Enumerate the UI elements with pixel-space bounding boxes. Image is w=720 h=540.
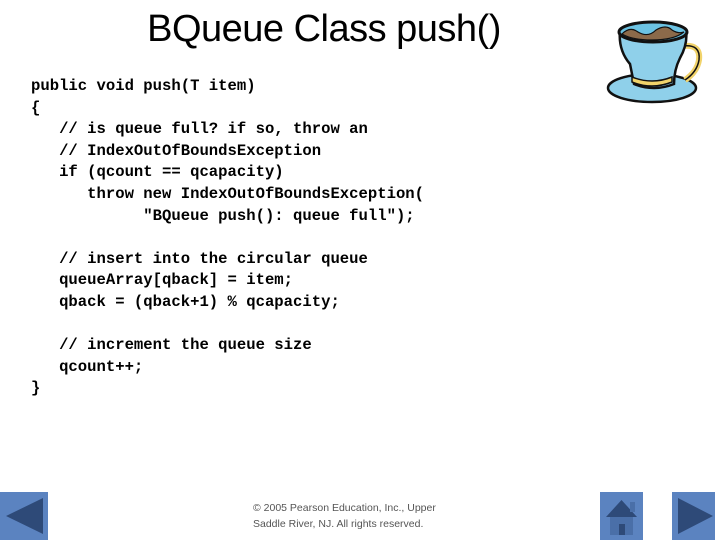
coffee-cup-icon (600, 8, 710, 108)
copyright-line-2: Saddle River, NJ. All rights reserved. (253, 518, 424, 530)
copyright-notice: © 2005 Pearson Education, Inc., Upper Sa… (253, 500, 463, 532)
next-slide-button[interactable] (672, 492, 715, 540)
code-line: // increment the queue size (31, 336, 312, 355)
home-button[interactable] (600, 492, 643, 540)
home-icon (606, 500, 637, 535)
code-line: public void push(T item) (31, 77, 256, 95)
code-line: // is queue full? if so, throw an (31, 120, 368, 139)
code-line: // IndexOutOfBoundsException (31, 141, 322, 160)
code-line: throw new IndexOutOfBoundsException( (31, 184, 425, 203)
previous-slide-button[interactable] (0, 492, 48, 540)
code-line: "BQueue push(): queue full"); (31, 206, 415, 225)
code-line: qback = (qback+1) % qcapacity; (31, 292, 340, 311)
next-arrow-icon (678, 498, 713, 534)
code-line: qcount++; (31, 357, 144, 376)
previous-arrow-icon (6, 498, 43, 534)
code-block: public void push(T item) { // is queue fu… (31, 76, 424, 400)
code-line: // insert into the circular queue (31, 249, 368, 268)
copyright-line-1: © 2005 Pearson Education, Inc., Upper (253, 502, 436, 514)
code-line: { (31, 98, 41, 117)
code-line: if (qcount == qcapacity) (31, 163, 284, 182)
slide-title: BQueue Class push() (147, 8, 501, 50)
code-line: queueArray[qback] = item; (31, 271, 294, 290)
code-line: } (31, 379, 41, 398)
